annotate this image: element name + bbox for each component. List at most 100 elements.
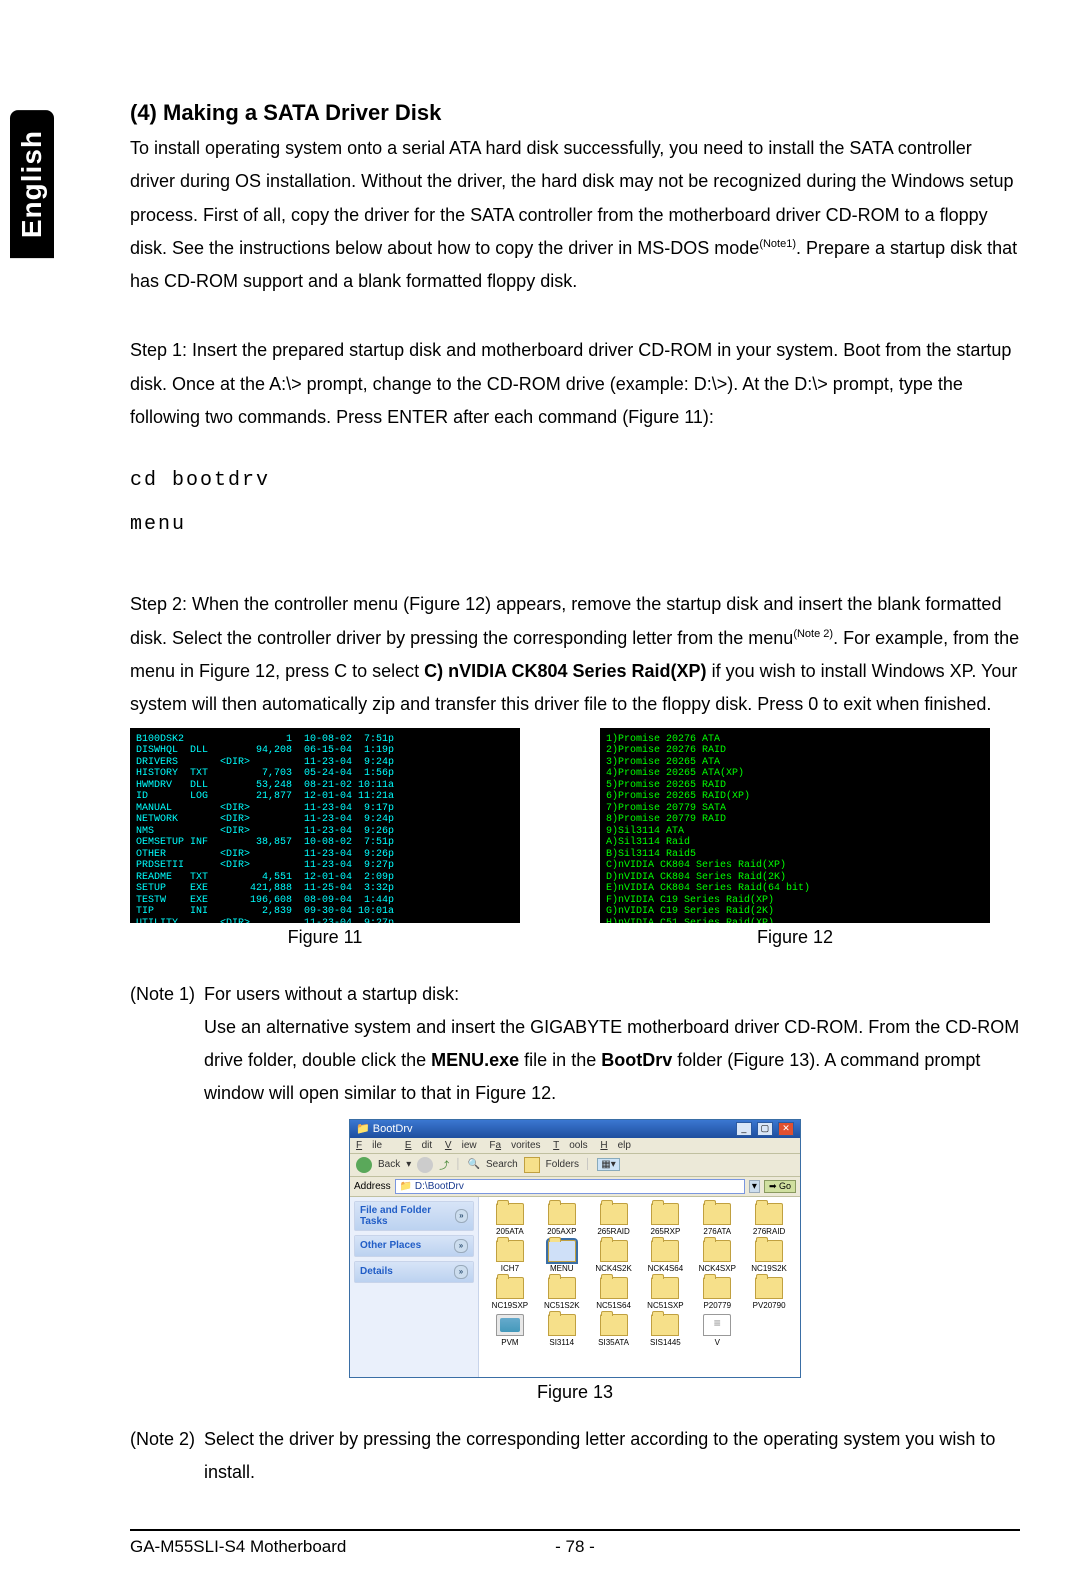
file-item[interactable]: NC51SXP <box>640 1277 690 1310</box>
file-item[interactable]: 276RAID <box>744 1203 794 1236</box>
file-label: ICH7 <box>485 1264 535 1273</box>
separator-2: │ <box>585 1159 591 1170</box>
dos-menu-list: 1)Promise 20276 ATA 2)Promise 20276 RAID… <box>606 734 810 923</box>
file-item[interactable]: 276ATA <box>692 1203 742 1236</box>
file-item[interactable]: 265RXP <box>640 1203 690 1236</box>
file-label: SI35ATA <box>589 1338 639 1347</box>
folders-icon[interactable] <box>524 1157 540 1173</box>
menu-help[interactable]: Help <box>600 1140 631 1151</box>
go-button[interactable]: ➡ Go <box>764 1180 796 1193</box>
menu-edit[interactable]: Edit <box>405 1140 432 1151</box>
views-icon[interactable]: ▦▾ <box>597 1158 619 1171</box>
chevron-icon[interactable]: » <box>455 1209 468 1223</box>
file-item[interactable]: NC51S2K <box>537 1277 587 1310</box>
note-2-body: Select the driver by pressing the corres… <box>204 1423 1020 1490</box>
side-panel-details[interactable]: Details » <box>354 1261 474 1283</box>
back-dropdown-icon[interactable]: ▾ <box>406 1159 411 1170</box>
file-item[interactable]: V <box>692 1314 742 1347</box>
note-1-body: For users without a startup disk: Use an… <box>204 978 1020 1111</box>
file-label: PV20790 <box>744 1301 794 1310</box>
file-item[interactable]: NCK4S2K <box>589 1240 639 1273</box>
file-label: SI3114 <box>537 1338 587 1347</box>
config-icon <box>703 1314 731 1336</box>
file-item[interactable]: PVM <box>485 1314 535 1347</box>
footer-page-number: - 78 - <box>555 1537 595 1557</box>
folder-icon <box>755 1203 783 1225</box>
chevron-icon[interactable]: » <box>454 1265 468 1279</box>
dos-window-figure-11: B100DSK2 1 10-08-02 7:51p DISWHQL DLL 94… <box>130 728 520 923</box>
side-panel-tasks[interactable]: File and Folder Tasks» <box>354 1201 474 1231</box>
folder-icon <box>600 1240 628 1262</box>
file-label: 265RXP <box>640 1227 690 1236</box>
file-label: PVM <box>485 1338 535 1347</box>
file-item[interactable]: SI3114 <box>537 1314 587 1347</box>
file-label: MENU <box>537 1264 587 1273</box>
folder-icon <box>651 1203 679 1225</box>
page-footer: GA-M55SLI-S4 Motherboard - 78 - <box>130 1529 1020 1557</box>
side-panel-places[interactable]: Other Places » <box>354 1235 474 1257</box>
up-icon[interactable]: ⤴ <box>439 1157 449 1172</box>
footer-model: GA-M55SLI-S4 Motherboard <box>130 1537 555 1557</box>
file-item[interactable]: ICH7 <box>485 1240 535 1273</box>
side-panel-places-label: Other Places <box>360 1240 421 1251</box>
file-label: NC19SXP <box>485 1301 535 1310</box>
menu-view[interactable]: View <box>445 1140 477 1151</box>
file-item[interactable]: NC19SXP <box>485 1277 535 1310</box>
folder-icon <box>496 1203 524 1225</box>
folder-icon <box>651 1314 679 1336</box>
file-label: NC19S2K <box>744 1264 794 1273</box>
back-icon[interactable] <box>356 1157 372 1173</box>
side-panel-details-label: Details <box>360 1266 393 1277</box>
folder-icon <box>703 1203 731 1225</box>
file-item[interactable]: SIS1445 <box>640 1314 690 1347</box>
explorer-figure-container: 📁 BootDrv _ ▢ ✕ File Edit View Favorites… <box>130 1119 1020 1403</box>
file-item[interactable]: MENU <box>537 1240 587 1273</box>
folders-label[interactable]: Folders <box>546 1159 579 1170</box>
chevron-icon[interactable]: » <box>454 1239 468 1253</box>
file-item[interactable]: SI35ATA <box>589 1314 639 1347</box>
step-2-bold: C) nVIDIA CK804 Series Raid(XP) <box>424 661 706 681</box>
folder-icon <box>651 1240 679 1262</box>
search-label[interactable]: Search <box>486 1159 518 1170</box>
section-heading: (4) Making a SATA Driver Disk <box>130 100 1020 126</box>
minimize-button[interactable]: _ <box>736 1122 752 1136</box>
menu-tools[interactable]: Tools <box>553 1140 587 1151</box>
file-item[interactable]: PV20790 <box>744 1277 794 1310</box>
exe-icon <box>496 1314 524 1336</box>
menu-file[interactable]: File <box>356 1140 392 1151</box>
folder-icon <box>496 1240 524 1262</box>
folder-icon <box>755 1277 783 1299</box>
explorer-titlebar: 📁 BootDrv _ ▢ ✕ <box>350 1120 800 1138</box>
explorer-file-grid: 205ATA205AXP265RAID265RXP276ATA276RAID IC… <box>479 1197 800 1377</box>
folder-icon <box>755 1240 783 1262</box>
file-item[interactable]: NC19S2K <box>744 1240 794 1273</box>
file-label: 276RAID <box>744 1227 794 1236</box>
maximize-button[interactable]: ▢ <box>757 1122 773 1136</box>
file-item[interactable]: P20779 <box>692 1277 742 1310</box>
close-button[interactable]: ✕ <box>778 1122 794 1136</box>
file-item[interactable]: 205AXP <box>537 1203 587 1236</box>
address-field[interactable]: 📁 D:\BootDrv <box>395 1179 745 1194</box>
file-item[interactable]: NC51S64 <box>589 1277 639 1310</box>
address-dropdown-icon[interactable]: ▾ <box>749 1180 760 1193</box>
figure-13-caption: Figure 13 <box>130 1382 1020 1403</box>
address-label: Address <box>354 1181 391 1192</box>
file-item[interactable]: NCK4SXP <box>692 1240 742 1273</box>
back-label[interactable]: Back <box>378 1159 400 1170</box>
forward-icon[interactable] <box>417 1157 433 1173</box>
side-panel-tasks-label: File and Folder Tasks <box>360 1205 455 1227</box>
file-item[interactable]: 205ATA <box>485 1203 535 1236</box>
file-item[interactable]: NCK4S64 <box>640 1240 690 1273</box>
file-label: NCK4SXP <box>692 1264 742 1273</box>
language-tab: English <box>10 110 54 258</box>
note-1-line-2b: file in the <box>519 1050 601 1070</box>
dos-screenshot-row: B100DSK2 1 10-08-02 7:51p DISWHQL DLL 94… <box>130 728 1020 958</box>
search-icon[interactable]: 🔍 <box>468 1159 480 1170</box>
menu-favorites[interactable]: Favorites <box>489 1140 540 1151</box>
explorer-body: File and Folder Tasks» Other Places» Det… <box>350 1197 800 1377</box>
folder-icon <box>600 1277 628 1299</box>
note-1-bold-1: MENU.exe <box>431 1050 519 1070</box>
file-item[interactable]: 265RAID <box>589 1203 639 1236</box>
window-buttons: _ ▢ ✕ <box>734 1122 794 1136</box>
folder-icon-selected <box>548 1240 576 1262</box>
